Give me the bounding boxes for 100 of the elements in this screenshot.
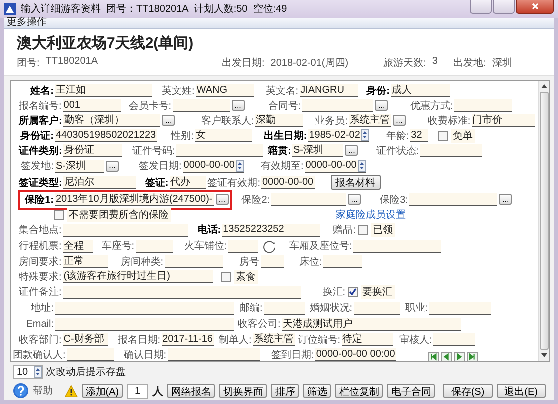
input-field[interactable]: 13525223252 bbox=[222, 224, 320, 236]
input-field[interactable] bbox=[409, 193, 498, 206]
input-field[interactable]: JIANGRU bbox=[300, 84, 358, 97]
spinner-icon[interactable] bbox=[34, 366, 42, 378]
input-field[interactable]: (该游客在旅行时过生日) bbox=[62, 270, 213, 283]
input-field[interactable]: 系统主管 bbox=[252, 333, 295, 346]
input-field[interactable] bbox=[260, 255, 284, 268]
input-field[interactable]: 成人 bbox=[390, 84, 450, 97]
input-field[interactable]: 2017-11-16 bbox=[162, 333, 214, 346]
scroll-up-icon[interactable] bbox=[540, 84, 548, 89]
help-icon[interactable] bbox=[13, 383, 29, 399]
materials-button[interactable]: 报名材料 bbox=[330, 175, 381, 190]
input-field[interactable] bbox=[323, 255, 362, 268]
count-field[interactable]: 1 bbox=[127, 384, 148, 398]
checkbox[interactable] bbox=[358, 225, 368, 235]
toolbar-button[interactable]: 电子合同 bbox=[387, 384, 436, 398]
input-field[interactable]: 尼泊尔 bbox=[63, 176, 136, 189]
input-field[interactable] bbox=[136, 240, 173, 252]
spinner-icon[interactable] bbox=[361, 129, 370, 141]
exit-button[interactable]: 退出(E) bbox=[496, 384, 546, 398]
picker-button[interactable]: ... bbox=[232, 100, 245, 111]
picker-button[interactable]: ... bbox=[162, 115, 176, 126]
input-field[interactable]: C-财务部 bbox=[62, 333, 108, 346]
spinner-icon[interactable] bbox=[236, 160, 244, 172]
save-button[interactable]: 保存(S) bbox=[443, 384, 493, 398]
input-field[interactable] bbox=[420, 144, 482, 157]
menu-item[interactable]: 更多操作 bbox=[7, 18, 47, 28]
input-field[interactable]: 0000-00-00 00:00 bbox=[315, 348, 396, 361]
picker-button[interactable]: ... bbox=[499, 194, 512, 205]
input-field[interactable] bbox=[302, 99, 374, 112]
picker-button[interactable]: ... bbox=[375, 100, 388, 111]
checkbox[interactable] bbox=[54, 210, 64, 220]
input-field[interactable]: 代办 bbox=[170, 176, 206, 189]
input-field[interactable] bbox=[433, 333, 476, 346]
input-field[interactable]: 身份证 bbox=[63, 144, 122, 157]
input-field[interactable]: 天港成测试用户 bbox=[282, 318, 461, 330]
picker-button[interactable]: ... bbox=[348, 194, 362, 205]
input-field[interactable] bbox=[66, 348, 114, 361]
input-field[interactable]: 王江如 bbox=[55, 84, 152, 97]
input-field[interactable]: 待定 bbox=[342, 333, 393, 346]
checkbox[interactable] bbox=[220, 272, 231, 282]
input-field[interactable]: 32 bbox=[410, 129, 428, 142]
scroll-down-icon[interactable] bbox=[540, 353, 548, 358]
input-field[interactable]: 001 bbox=[62, 99, 121, 112]
picker-button[interactable]: ... bbox=[106, 160, 119, 172]
maximize-button[interactable] bbox=[493, 0, 515, 14]
input-field[interactable] bbox=[429, 302, 492, 314]
checkbox[interactable] bbox=[438, 130, 448, 140]
toolbar-button[interactable]: 切换界面 bbox=[219, 384, 268, 398]
input-field[interactable] bbox=[62, 224, 188, 236]
input-field[interactable]: 深勤 bbox=[255, 114, 304, 127]
scrollbar[interactable] bbox=[538, 81, 549, 361]
input-field[interactable] bbox=[62, 286, 301, 298]
checkbox[interactable] bbox=[348, 287, 358, 297]
input-field[interactable]: S-深圳 bbox=[55, 160, 104, 172]
input-field[interactable]: 440305198502021223 bbox=[55, 129, 158, 142]
input-field[interactable] bbox=[176, 144, 264, 157]
toolbar-button[interactable]: 筛选 bbox=[303, 384, 332, 398]
input-field[interactable] bbox=[264, 302, 305, 314]
picker-button[interactable]: ... bbox=[216, 194, 229, 205]
input-field[interactable] bbox=[353, 240, 442, 252]
input-field[interactable]: 2013年10月版深圳境内游(247500)- bbox=[55, 193, 214, 206]
input-field[interactable]: 0000-00-00 bbox=[261, 176, 315, 189]
scroll-thumb[interactable] bbox=[540, 92, 548, 350]
input-field[interactable]: 正常 bbox=[62, 255, 108, 268]
toolbar-button[interactable]: 栏位复制 bbox=[335, 384, 384, 398]
input-field[interactable]: 女 bbox=[194, 129, 252, 142]
close-button[interactable] bbox=[516, 0, 554, 14]
input-field[interactable]: S-深圳 bbox=[292, 144, 344, 157]
picker-button[interactable]: ... bbox=[392, 115, 406, 126]
input-field[interactable]: WANG bbox=[196, 84, 254, 97]
first-page-button[interactable] bbox=[428, 352, 440, 362]
last-page-button[interactable] bbox=[467, 352, 478, 362]
input-field[interactable]: 系统主管 bbox=[348, 114, 391, 127]
input-field[interactable] bbox=[168, 348, 260, 361]
previous-page-button[interactable] bbox=[441, 352, 452, 362]
input-field[interactable] bbox=[55, 318, 234, 330]
input-field[interactable]: 门市价 bbox=[472, 114, 535, 127]
date-field[interactable]: 0000-00-00 bbox=[304, 160, 366, 172]
refresh-icon[interactable] bbox=[263, 240, 276, 252]
help-link[interactable]: 帮助 bbox=[33, 384, 53, 398]
count-spinner[interactable]: 10 bbox=[13, 365, 43, 379]
picker-button[interactable]: ... bbox=[345, 145, 358, 156]
input-field[interactable]: 勤客（深圳） bbox=[63, 114, 160, 127]
toolbar-button[interactable]: 排序 bbox=[271, 384, 300, 398]
minimize-button[interactable] bbox=[470, 0, 492, 14]
input-field[interactable] bbox=[271, 193, 346, 206]
input-field[interactable]: 全程 bbox=[62, 240, 93, 252]
add-button[interactable]: 添加(A) bbox=[82, 384, 124, 398]
toolbar-button[interactable]: 网络报名 bbox=[167, 384, 216, 398]
input-field[interactable] bbox=[354, 302, 400, 314]
next-page-button[interactable] bbox=[454, 352, 466, 362]
date-field[interactable]: 0000-00-00 bbox=[182, 160, 244, 172]
settings-link[interactable]: 家庭险成员设置 bbox=[336, 208, 406, 222]
input-field[interactable] bbox=[228, 240, 258, 252]
date-field[interactable]: 1985-02-02 bbox=[308, 129, 370, 142]
spinner-icon[interactable] bbox=[358, 160, 366, 172]
input-field[interactable] bbox=[55, 302, 234, 314]
input-field[interactable] bbox=[164, 255, 223, 268]
input-field[interactable] bbox=[172, 99, 230, 112]
